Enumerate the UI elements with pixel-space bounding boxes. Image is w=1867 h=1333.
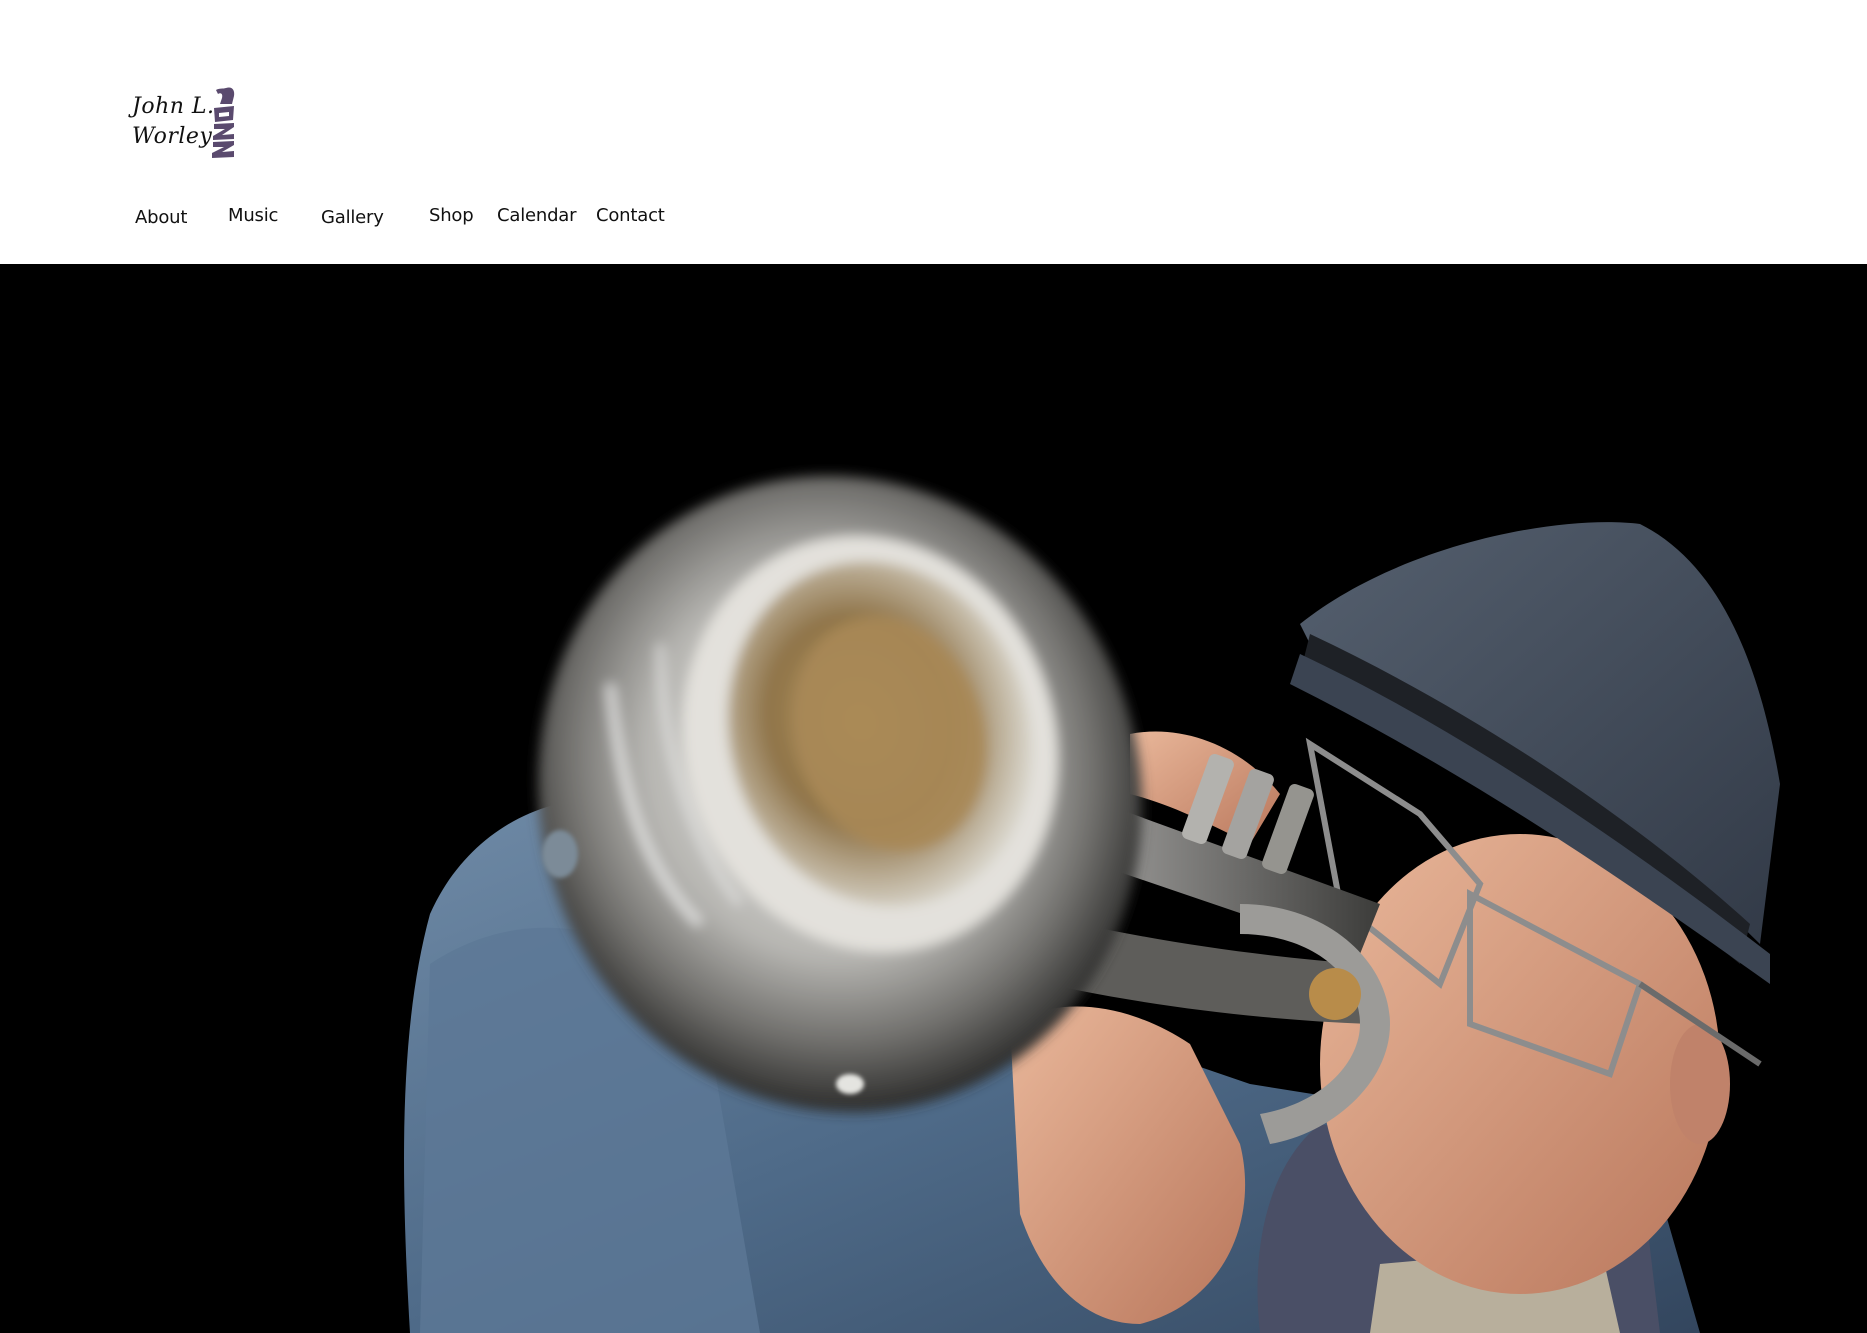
- hero-photo: [0, 264, 1867, 1333]
- nav-item-calendar[interactable]: Calendar: [497, 205, 577, 226]
- site-header: John L. Worley About Music Gallery Shop …: [0, 0, 1867, 264]
- nav-item-music[interactable]: Music: [228, 205, 278, 226]
- main-nav: About Music Gallery Shop Calendar Contac…: [0, 204, 800, 234]
- logo-name-line1: John L.: [132, 94, 215, 119]
- logo-name-line2: Worley: [132, 124, 213, 149]
- nav-item-shop[interactable]: Shop: [429, 205, 474, 226]
- hero-image-trumpet-player: [0, 264, 1867, 1333]
- logo-jazz-mark: [212, 87, 235, 158]
- nav-item-gallery[interactable]: Gallery: [321, 207, 384, 228]
- site-logo[interactable]: John L. Worley: [132, 86, 236, 158]
- nav-item-contact[interactable]: Contact: [596, 205, 665, 226]
- nav-item-about[interactable]: About: [135, 207, 187, 228]
